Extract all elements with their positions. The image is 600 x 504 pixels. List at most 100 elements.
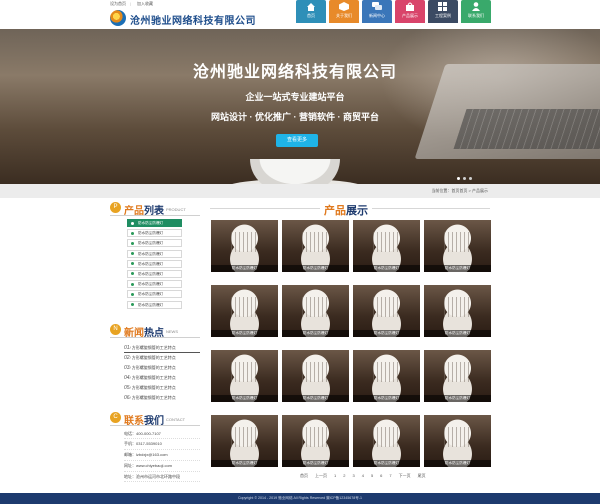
news-item[interactable]: 02/ 方形螺旋钢管的工艺特点 [124, 353, 200, 363]
view-more-button[interactable]: 查看更多 [276, 134, 318, 147]
product-image-detail [444, 232, 471, 252]
home-icon [306, 2, 316, 11]
product-category-list: 防水防尘防爆灯 防水防尘防爆灯 防水防尘防爆灯 防水防尘防爆灯 防水防尘防爆灯 … [127, 219, 200, 309]
page-link[interactable]: 1 [334, 473, 336, 479]
nav-about[interactable]: 关于我们 [329, 0, 359, 23]
page-link[interactable]: 3 [352, 473, 354, 479]
section-title-en: CONTACT [166, 416, 186, 422]
category-item[interactable]: 防水防尘防爆灯 [127, 269, 182, 278]
product-caption[interactable]: 防水防尘防爆灯 [211, 330, 278, 337]
pagination: 首页 上一页 1 2 3 4 5 6 7 下一页 尾页 [300, 473, 426, 479]
c-badge-icon: C [110, 411, 121, 423]
section-title-en: PRODUCT [166, 207, 186, 212]
nav-home[interactable]: 首页 [296, 0, 326, 23]
page-link[interactable]: 上一页 [315, 473, 327, 479]
product-caption[interactable]: 防水防尘防爆灯 [211, 395, 278, 402]
category-item[interactable]: 防水防尘防爆灯 [127, 290, 182, 299]
product-image-detail [444, 427, 471, 447]
contact-address: 地址：沧州市运河市北环路中段 [124, 472, 200, 483]
product-card[interactable]: 防水防尘防爆灯 [211, 285, 278, 337]
product-caption[interactable]: 防水防尘防爆灯 [424, 330, 491, 337]
product-caption[interactable]: 防水防尘防爆灯 [282, 460, 349, 467]
product-card[interactable]: 防水防尘防爆灯 [282, 220, 349, 272]
nav-products[interactable]: 产品展示 [395, 0, 425, 23]
news-item[interactable]: 05/ 方形螺旋钢管的工艺特点 [124, 383, 200, 393]
product-card[interactable]: 防水防尘防爆灯 [353, 415, 420, 467]
carousel-dot[interactable] [463, 177, 466, 180]
category-item[interactable]: 防水防尘防爆灯 [127, 249, 182, 258]
category-item[interactable]: 防水防尘防爆灯 [127, 219, 182, 227]
product-card[interactable]: 防水防尘防爆灯 [353, 285, 420, 337]
page-link[interactable]: 7 [389, 473, 391, 479]
p-badge-icon: P [110, 202, 121, 213]
nav-contact[interactable]: 联系我们 [461, 0, 491, 23]
contact-website[interactable]: 网址：www.chiyebaoji.com [124, 461, 200, 472]
category-item[interactable]: 防水防尘防爆灯 [127, 239, 182, 248]
product-card[interactable]: 防水防尘防爆灯 [424, 350, 491, 402]
news-list: 01/ 方形螺旋钢管的工艺特点 02/ 方形螺旋钢管的工艺特点 03/ 方形螺旋… [124, 343, 200, 403]
product-card[interactable]: 防水防尘防爆灯 [353, 220, 420, 272]
news-item[interactable]: 01/ 方形螺旋钢管的工艺特点 [124, 343, 200, 353]
product-image-detail [231, 232, 258, 252]
product-caption[interactable]: 防水防尘防爆灯 [424, 460, 491, 467]
carousel-dot[interactable] [469, 177, 472, 180]
page-link[interactable]: 首页 [300, 473, 308, 479]
contact-mobile: 手机：0317-5539010 [124, 439, 200, 451]
page-link[interactable]: 6 [380, 473, 382, 479]
product-image-detail [444, 297, 471, 317]
product-caption[interactable]: 防水防尘防爆灯 [353, 330, 420, 337]
product-card[interactable]: 防水防尘防爆灯 [282, 415, 349, 467]
product-caption[interactable]: 防水防尘防爆灯 [353, 265, 420, 272]
banner-title: 沧州驰业网络科技有限公司 [192, 64, 397, 81]
company-logo-icon[interactable] [110, 10, 126, 26]
page-link[interactable]: 下一页 [399, 473, 411, 479]
page-link[interactable]: 尾页 [418, 473, 426, 479]
product-card[interactable]: 防水防尘防爆灯 [424, 285, 491, 337]
nav-cases[interactable]: 工程案例 [428, 0, 458, 23]
product-caption[interactable]: 防水防尘防爆灯 [282, 330, 349, 337]
product-image-detail [373, 232, 400, 252]
product-caption[interactable]: 防水防尘防爆灯 [282, 265, 349, 272]
news-item[interactable]: 06/ 方形螺旋钢管的工艺特点 [124, 393, 200, 403]
product-caption[interactable]: 防水防尘防爆灯 [211, 265, 278, 272]
nav-label: 关于我们 [336, 13, 352, 18]
product-caption[interactable]: 防水防尘防爆灯 [282, 395, 349, 402]
nav-news[interactable]: 新闻中心 [362, 0, 392, 23]
company-name[interactable]: 沧州驰业网络科技有限公司 [130, 12, 256, 27]
product-card[interactable]: 防水防尘防爆灯 [282, 285, 349, 337]
product-card[interactable]: 防水防尘防爆灯 [211, 220, 278, 272]
product-card[interactable]: 防水防尘防爆灯 [353, 350, 420, 402]
contact-email[interactable]: 邮箱：lzbdxjx@163.com [124, 450, 200, 461]
page-link[interactable]: 5 [371, 473, 373, 479]
product-card[interactable]: 防水防尘防爆灯 [211, 350, 278, 402]
product-card[interactable]: 防水防尘防爆灯 [282, 350, 349, 402]
contact-phone: 电话：400-000-7107 [124, 429, 200, 440]
category-item[interactable]: 防水防尘防爆灯 [127, 259, 182, 268]
product-caption[interactable]: 防水防尘防爆灯 [424, 265, 491, 272]
breadcrumb: 当前位置：首页首页 > 产品展示 [431, 188, 488, 193]
divider: | [130, 1, 132, 6]
product-card[interactable]: 防水防尘防爆灯 [424, 220, 491, 272]
n-badge-icon: N [110, 323, 121, 335]
news-item[interactable]: 04/ 方形螺旋钢管的工艺特点 [124, 373, 200, 383]
page-link[interactable]: 4 [362, 473, 364, 479]
chat-icon [372, 2, 382, 11]
carousel-dot[interactable] [457, 177, 460, 180]
product-caption[interactable]: 防水防尘防爆灯 [353, 395, 420, 402]
nav-label: 产品展示 [402, 13, 418, 18]
news-item[interactable]: 03/ 方形螺旋钢管的工艺特点 [124, 363, 200, 373]
bookmark-link[interactable]: 加入收藏 [137, 1, 153, 7]
set-homepage-link[interactable]: 设为首页 [110, 1, 126, 7]
product-caption[interactable]: 防水防尘防爆灯 [424, 395, 491, 402]
product-image-detail [373, 362, 400, 382]
category-item[interactable]: 防水防尘防爆灯 [127, 300, 182, 309]
products-heading: 产品展示 [210, 202, 490, 218]
product-card[interactable]: 防水防尘防爆灯 [211, 415, 278, 467]
page-link[interactable]: 2 [343, 473, 345, 479]
product-card[interactable]: 防水防尘防爆灯 [424, 415, 491, 467]
product-caption[interactable]: 防水防尘防爆灯 [353, 460, 420, 467]
category-item[interactable]: 防水防尘防爆灯 [127, 229, 182, 238]
product-caption[interactable]: 防水防尘防爆灯 [211, 460, 278, 467]
category-item[interactable]: 防水防尘防爆灯 [127, 280, 182, 289]
product-image-detail [302, 232, 329, 252]
